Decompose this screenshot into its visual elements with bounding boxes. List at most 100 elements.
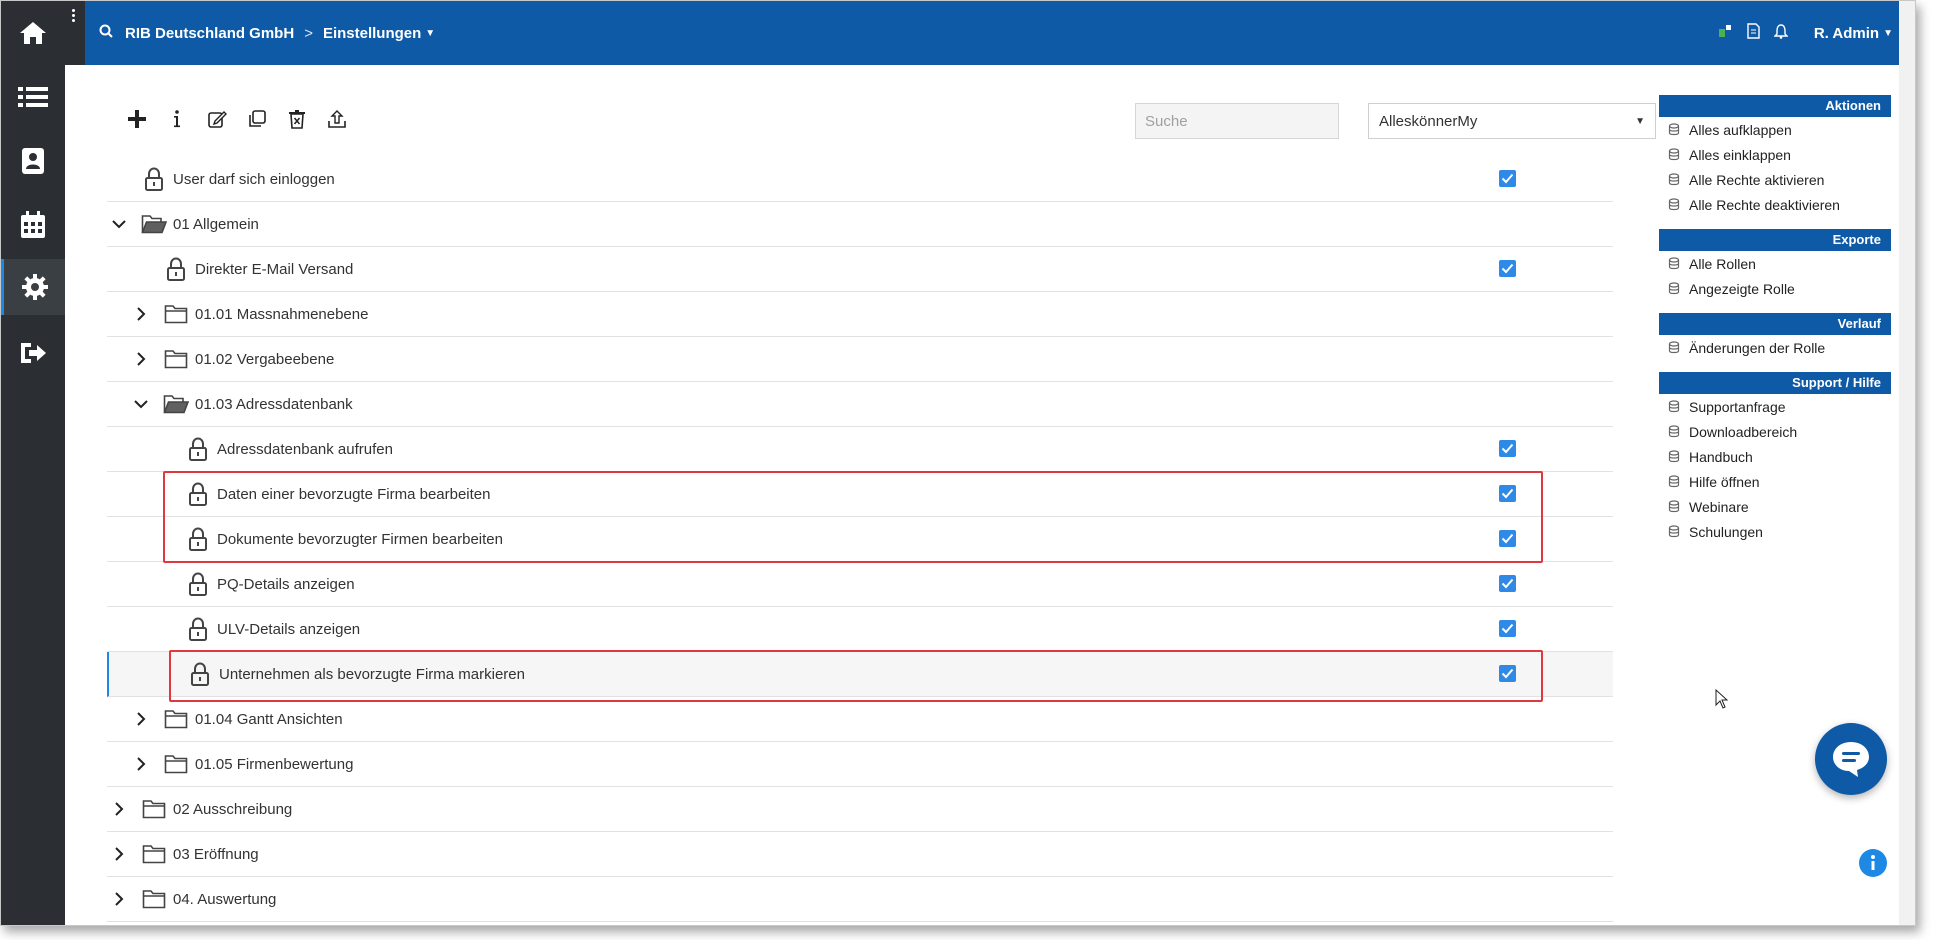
- permission-checkbox[interactable]: [1499, 530, 1516, 547]
- lock-icon: [185, 526, 211, 552]
- permission-checkbox[interactable]: [1499, 170, 1516, 187]
- search-input[interactable]: [1135, 103, 1339, 139]
- permission-row[interactable]: PQ-Details anzeigen: [107, 562, 1613, 607]
- folder-row[interactable]: 01.02 Vergabeebene: [107, 337, 1613, 382]
- permission-row[interactable]: Dokumente bevorzugter Firmen bearbeiten: [107, 517, 1613, 562]
- permission-row[interactable]: Unternehmen als bevorzugte Firma markier…: [107, 652, 1613, 697]
- chevron-right-icon[interactable]: [111, 801, 127, 817]
- lock-icon: [185, 571, 211, 597]
- sidebar-item-list[interactable]: [1, 69, 65, 125]
- sidebar-item-contacts[interactable]: [1, 133, 65, 189]
- permission-checkbox[interactable]: [1499, 620, 1516, 637]
- home-icon: [20, 22, 46, 44]
- database-icon: [1667, 257, 1681, 271]
- chevron-right-icon[interactable]: [133, 756, 149, 772]
- folder-icon: [141, 841, 167, 867]
- lock-icon: [185, 616, 211, 642]
- breadcrumb-section[interactable]: Einstellungen ▼: [323, 25, 435, 42]
- folder-row[interactable]: 04. Auswertung: [107, 877, 1613, 922]
- permission-checkbox[interactable]: [1499, 575, 1516, 592]
- panel-link[interactable]: Änderungen der Rolle: [1659, 335, 1891, 360]
- sidebar-item-home[interactable]: [1, 5, 65, 61]
- tree-row-label: Daten einer bevorzugte Firma bearbeiten: [217, 485, 491, 503]
- panel-link-label: Alle Rollen: [1689, 255, 1756, 272]
- right-panel: Aktionen Alles aufklappen Alles einklappen…: [1659, 95, 1891, 556]
- permission-row[interactable]: User darf sich einloggen: [107, 157, 1613, 202]
- panel-link[interactable]: Schulungen: [1659, 519, 1891, 544]
- sync-icon[interactable]: [1718, 24, 1732, 42]
- folder-row[interactable]: 01.01 Massnahmenebene: [107, 292, 1613, 337]
- info-fab-button[interactable]: [1859, 849, 1887, 877]
- info-button[interactable]: [165, 107, 189, 131]
- sidebar-item-settings[interactable]: [1, 259, 65, 315]
- panel-link[interactable]: Alle Rechte deaktivieren: [1659, 192, 1891, 217]
- chevron-down-icon[interactable]: [133, 396, 149, 412]
- bell-icon[interactable]: [1773, 23, 1789, 43]
- chevron-right-icon[interactable]: [111, 891, 127, 907]
- panel-link[interactable]: Hilfe öffnen: [1659, 469, 1891, 494]
- breadcrumb-company[interactable]: RIB Deutschland GmbH: [125, 25, 294, 42]
- panel-link-label: Schulungen: [1689, 523, 1763, 540]
- info-icon: [174, 110, 180, 128]
- tree-row-label: 01.05 Firmenbewertung: [195, 755, 354, 773]
- folder-row[interactable]: 01.04 Gantt Ansichten: [107, 697, 1613, 742]
- scrollbar[interactable]: [1899, 1, 1915, 925]
- folder-open-icon: [163, 391, 189, 417]
- panel-link[interactable]: Alle Rechte aktivieren: [1659, 167, 1891, 192]
- database-icon: [1667, 123, 1681, 137]
- lock-icon: [185, 436, 211, 462]
- folder-row[interactable]: 01.05 Firmenbewertung: [107, 742, 1613, 787]
- chevron-down-icon: ▼: [1883, 28, 1893, 40]
- database-icon: [1667, 500, 1681, 514]
- lock-icon: [163, 256, 189, 282]
- chevron-right-icon[interactable]: [133, 306, 149, 322]
- edit-button[interactable]: [205, 107, 229, 131]
- folder-row[interactable]: 03 Eröffnung: [107, 832, 1613, 877]
- permission-row[interactable]: ULV-Details anzeigen: [107, 607, 1613, 652]
- sidebar-item-logout[interactable]: [1, 325, 65, 381]
- panel-link[interactable]: Alles aufklappen: [1659, 117, 1891, 142]
- panel-link[interactable]: Angezeigte Rolle: [1659, 276, 1891, 301]
- add-button[interactable]: [125, 107, 149, 131]
- panel-link[interactable]: Alles einklappen: [1659, 142, 1891, 167]
- sidebar-item-calendar[interactable]: [1, 197, 65, 253]
- search-icon[interactable]: [99, 24, 113, 42]
- sidebar-toggle[interactable]: [65, 1, 85, 65]
- permission-row[interactable]: Adressdatenbank aufrufen: [107, 427, 1613, 472]
- copy-button[interactable]: [245, 107, 269, 131]
- database-icon: [1667, 400, 1681, 414]
- panel-link[interactable]: Alle Rollen: [1659, 251, 1891, 276]
- chevron-right-icon[interactable]: [111, 846, 127, 862]
- folder-row[interactable]: 02 Ausschreibung: [107, 787, 1613, 832]
- delete-button[interactable]: [285, 107, 309, 131]
- permission-checkbox[interactable]: [1499, 440, 1516, 457]
- panel-link-label: Änderungen der Rolle: [1689, 339, 1826, 356]
- chat-button[interactable]: [1815, 723, 1887, 795]
- lock-icon: [185, 481, 211, 507]
- role-select[interactable]: AlleskönnerMy ▼: [1368, 103, 1656, 139]
- panel-link[interactable]: Handbuch: [1659, 444, 1891, 469]
- folder-row[interactable]: 01 Allgemein: [107, 202, 1613, 247]
- chat-icon: [1833, 742, 1869, 777]
- document-icon[interactable]: [1746, 23, 1760, 43]
- upload-icon: [328, 110, 346, 128]
- permission-checkbox[interactable]: [1499, 665, 1516, 682]
- chevron-right-icon[interactable]: [133, 351, 149, 367]
- panel-section-title: Aktionen: [1659, 95, 1891, 117]
- user-name: R. Admin: [1813, 24, 1880, 42]
- folder-row[interactable]: 01.03 Adressdatenbank: [107, 382, 1613, 427]
- folder-icon: [163, 706, 189, 732]
- logout-icon: [21, 343, 46, 363]
- tree-row-label: User darf sich einloggen: [173, 170, 335, 188]
- permission-checkbox[interactable]: [1499, 260, 1516, 277]
- panel-link[interactable]: Downloadbereich: [1659, 419, 1891, 444]
- chevron-down-icon[interactable]: [111, 216, 127, 232]
- chevron-right-icon[interactable]: [133, 711, 149, 727]
- permission-row[interactable]: Daten einer bevorzugte Firma bearbeiten: [107, 472, 1613, 517]
- user-menu[interactable]: R. Admin ▼: [1814, 25, 1893, 42]
- upload-button[interactable]: [325, 107, 349, 131]
- permission-row[interactable]: Direkter E-Mail Versand: [107, 247, 1613, 292]
- panel-link[interactable]: Supportanfrage: [1659, 394, 1891, 419]
- permission-checkbox[interactable]: [1499, 485, 1516, 502]
- panel-link[interactable]: Webinare: [1659, 494, 1891, 519]
